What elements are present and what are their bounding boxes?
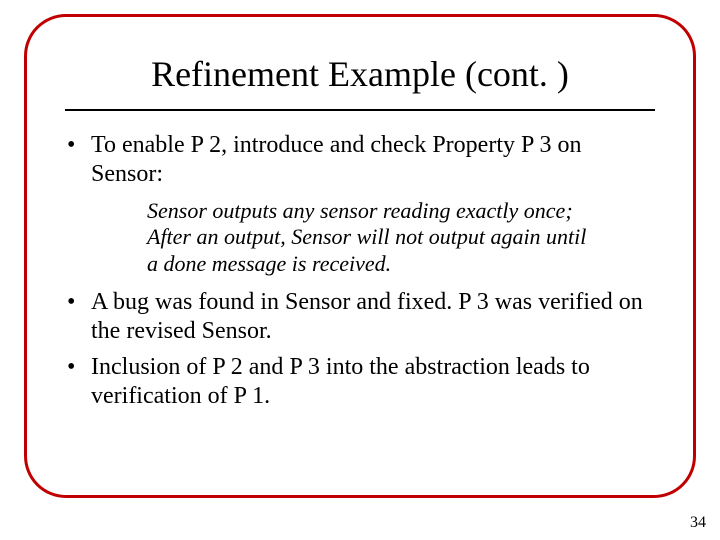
term-p1: P 1 <box>234 383 264 409</box>
quote-line-3: a done message is received. <box>147 251 637 278</box>
slide-title: Refinement Example (cont. ) <box>63 53 657 95</box>
bullet-list: To enable P 2, introduce and check Prope… <box>63 131 657 411</box>
page-number: 34 <box>690 514 706 532</box>
quote-line-1: Sensor outputs any sensor reading exactl… <box>147 198 637 225</box>
bullet-3: Inclusion of P 2 and P 3 into the abstra… <box>63 353 657 412</box>
bullet-2-text-1: A bug was found in Sensor and fixed. <box>91 289 458 315</box>
bullet-3-text-2: and <box>243 354 290 380</box>
bullet-3-text-4: . <box>264 383 270 409</box>
term-p2: P 2 <box>191 132 221 158</box>
term-p3: P 3 <box>458 289 488 315</box>
term-p3-b: P 3 <box>289 354 319 380</box>
bullet-3-text-1: Inclusion of <box>91 354 212 380</box>
bullet-2: A bug was found in Sensor and fixed. P 3… <box>63 288 657 347</box>
term-property-p3: Property P 3 <box>432 132 551 158</box>
property-quote: Sensor outputs any sensor reading exactl… <box>147 198 657 278</box>
term-p2-b: P 2 <box>212 354 242 380</box>
slide-frame: Refinement Example (cont. ) To enable P … <box>24 14 696 498</box>
title-underline <box>65 109 655 111</box>
bullet-1-text-1: To enable <box>91 132 191 158</box>
bullet-1-text-2: , introduce and check <box>221 132 432 158</box>
bullet-1: To enable P 2, introduce and check Prope… <box>63 131 657 278</box>
quote-line-2: After an output, Sensor will not output … <box>147 224 637 251</box>
